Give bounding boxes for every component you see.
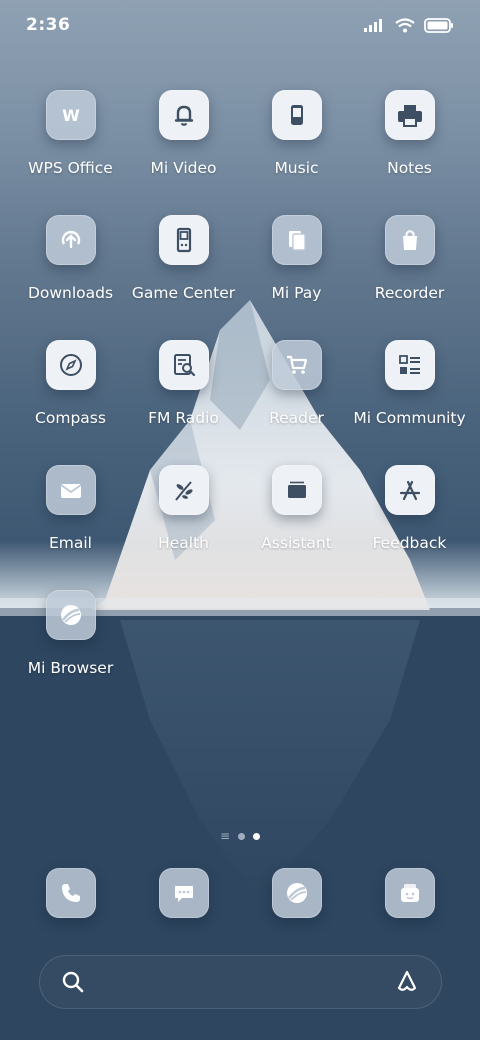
status-icons [364,17,454,33]
app-label: Reader [269,409,324,427]
battery-icon [424,17,453,33]
assistant-icon[interactable] [393,968,421,996]
app-label: Mi Pay [271,284,322,302]
leaf-branch-icon [158,465,209,515]
dock-phone[interactable] [14,868,127,918]
app-store-icon [384,465,435,515]
app-email[interactable]: Email [14,465,127,590]
clock: 2:36 [26,15,71,35]
planet-icon [271,868,322,918]
documents-icon [271,215,322,265]
app-notes[interactable]: Notes [353,90,466,215]
compass-icon [45,340,96,390]
page-indicator[interactable]: ≡ [0,829,480,843]
wps-icon: W [45,90,96,140]
page-dot [238,832,246,840]
upload-arrow-icon [45,215,96,265]
search-bar[interactable] [39,955,442,1009]
app-label: Game Center [131,284,236,302]
phone-device-icon [271,90,322,140]
shopping-bag-icon [384,215,435,265]
bell-icon [158,90,209,140]
document-search-icon [158,340,209,390]
app-assistant[interactable]: Assistant [240,465,353,590]
app-label: FM Radio [148,409,219,427]
dock [14,868,466,918]
app-label: Mi Community [353,409,466,427]
app-recorder[interactable]: Recorder [353,215,466,340]
app-label: Feedback [372,534,447,552]
app-health[interactable]: Health [127,465,240,590]
app-label: Mi Browser [27,659,114,677]
app-mi-video[interactable]: Mi Video [127,90,240,215]
mail-icon [45,465,96,515]
app-game-center[interactable]: Game Center [127,215,240,340]
app-label: Compass [35,409,106,427]
menu-icon: ≡ [219,829,231,843]
page-dot-active [253,832,261,840]
app-label: Recorder [374,284,445,302]
app-label: Health [158,534,209,552]
app-mi-community[interactable]: Mi Community [353,340,466,465]
list-icon [384,340,435,390]
app-label: Music [274,159,319,177]
planet-icon [45,590,96,640]
app-label: WPS Office [28,159,113,177]
message-icon [158,868,209,918]
app-grid: W WPS Office Mi Video Music Notes Downlo… [14,90,466,715]
wifi-icon [395,17,415,32]
app-music[interactable]: Music [240,90,353,215]
gallery-icon [384,868,435,918]
app-label: Assistant [261,534,332,552]
app-wps-office[interactable]: W WPS Office [14,90,127,215]
gameboy-icon [158,215,209,265]
dock-browser[interactable] [240,868,353,918]
app-feedback[interactable]: Feedback [353,465,466,590]
folder-stack-icon [271,465,322,515]
app-downloads[interactable]: Downloads [14,215,127,340]
app-reader[interactable]: Reader [240,340,353,465]
app-label: Notes [387,159,432,177]
app-label: Mi Video [150,159,217,177]
dock-messages[interactable] [127,868,240,918]
printer-icon [384,90,435,140]
app-fm-radio[interactable]: FM Radio [127,340,240,465]
app-mi-pay[interactable]: Mi Pay [240,215,353,340]
app-label: Downloads [27,284,114,302]
app-compass[interactable]: Compass [14,340,127,465]
search-icon[interactable] [60,969,86,995]
phone-icon [45,868,96,918]
dock-gallery[interactable] [353,868,466,918]
cart-icon [271,340,322,390]
signal-icon [364,19,382,32]
app-mi-browser[interactable]: Mi Browser [14,590,127,715]
app-label: Email [48,534,92,552]
status-bar: 2:36 [0,0,480,50]
svg-text:W: W [62,106,80,125]
